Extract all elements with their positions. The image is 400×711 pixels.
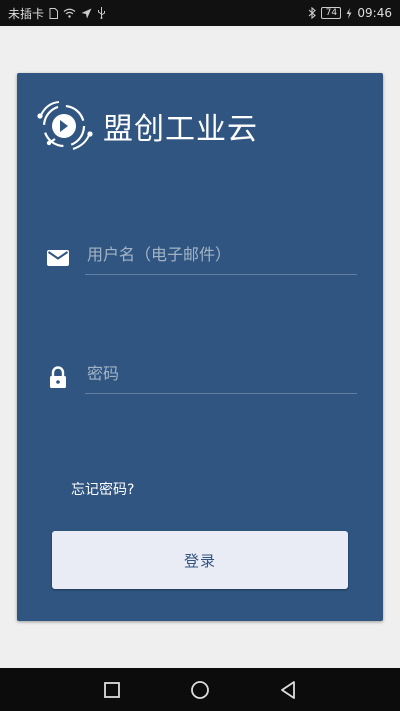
status-left: 未插卡 (8, 5, 106, 22)
username-field-group (45, 235, 357, 285)
lock-icon (50, 366, 66, 388)
status-bar: 未插卡 74 09:46 (0, 0, 400, 26)
charging-icon (346, 7, 352, 19)
mail-icon (47, 250, 69, 266)
clock-text: 09:46 (357, 6, 392, 20)
username-input[interactable] (85, 235, 357, 275)
wifi-icon (63, 8, 76, 18)
app-title: 盟创工业云 (103, 112, 258, 147)
square-icon (104, 681, 120, 698)
password-field-group (45, 354, 357, 404)
carrier-text: 未插卡 (8, 6, 45, 21)
status-right: 74 09:46 (308, 6, 392, 20)
sim-icon (49, 7, 59, 19)
app-logo-icon (37, 101, 93, 150)
home-button[interactable] (189, 679, 211, 701)
navigation-bar (0, 668, 400, 711)
battery-indicator: 74 (321, 7, 342, 19)
forgot-password-link[interactable]: 忘记密码? (71, 479, 134, 499)
back-button[interactable] (277, 679, 299, 701)
circle-icon (191, 680, 209, 699)
password-input[interactable] (85, 354, 357, 394)
back-triangle-icon (281, 680, 295, 699)
location-icon (81, 8, 92, 19)
login-button[interactable]: 登录 (52, 531, 348, 589)
app-header: 盟创工业云 (33, 95, 258, 157)
recent-apps-button[interactable] (101, 679, 123, 701)
bluetooth-icon (308, 7, 317, 19)
login-card: 盟创工业云 忘记密码? 登录 (17, 73, 383, 621)
usb-icon (97, 7, 106, 19)
